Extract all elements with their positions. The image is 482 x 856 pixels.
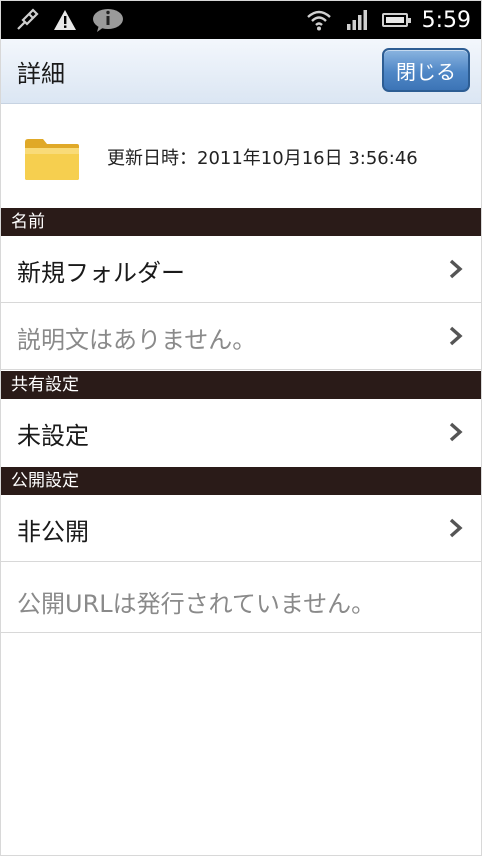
chevron-right-icon [449, 259, 463, 279]
share-setting-label: 未設定 [17, 422, 89, 450]
section-header-name: 名前 [1, 208, 481, 236]
publish-setting-label: 非公開 [17, 518, 89, 546]
folder-icon [25, 139, 79, 180]
status-bar: 5:59 [1, 1, 481, 39]
row-publish-setting[interactable]: 非公開 [1, 495, 481, 562]
description-label: 説明文はありません。 [17, 326, 257, 354]
updated-datetime: 更新日時：2011年10月16日 3:56:46 [107, 148, 418, 169]
close-button[interactable]: 閉じる [382, 48, 470, 92]
chevron-right-icon [449, 422, 463, 442]
row-description[interactable]: 説明文はありません。 [1, 303, 481, 370]
row-public-url: 公開URLは発行されていません。 [1, 562, 481, 633]
wifi-icon [306, 10, 331, 31]
title-bar: 詳細 閉じる [1, 39, 481, 104]
section-header-publish: 公開設定 [1, 467, 481, 495]
battery-icon [381, 13, 411, 27]
chevron-right-icon [449, 518, 463, 538]
row-share-setting[interactable]: 未設定 [1, 399, 481, 467]
clock: 5:59 [421, 7, 471, 33]
row-folder-name[interactable]: 新規フォルダー [1, 236, 481, 303]
usb-debug-icon [17, 8, 39, 30]
chevron-right-icon [449, 326, 463, 346]
section-header-share: 共有設定 [1, 371, 481, 399]
signal-icon [346, 10, 367, 30]
info-block: 更新日時：2011年10月16日 3:56:46 [1, 104, 481, 208]
warning-icon [54, 10, 76, 30]
public-url-note: 公開URLは発行されていません。 [17, 590, 376, 618]
info-icon [93, 9, 123, 32]
folder-name-label: 新規フォルダー [17, 259, 185, 287]
page-title: 詳細 [17, 60, 65, 88]
screen: 5:59 詳細 閉じる 更新日時：2011年10月16日 3:56:46 名前 … [0, 0, 482, 856]
